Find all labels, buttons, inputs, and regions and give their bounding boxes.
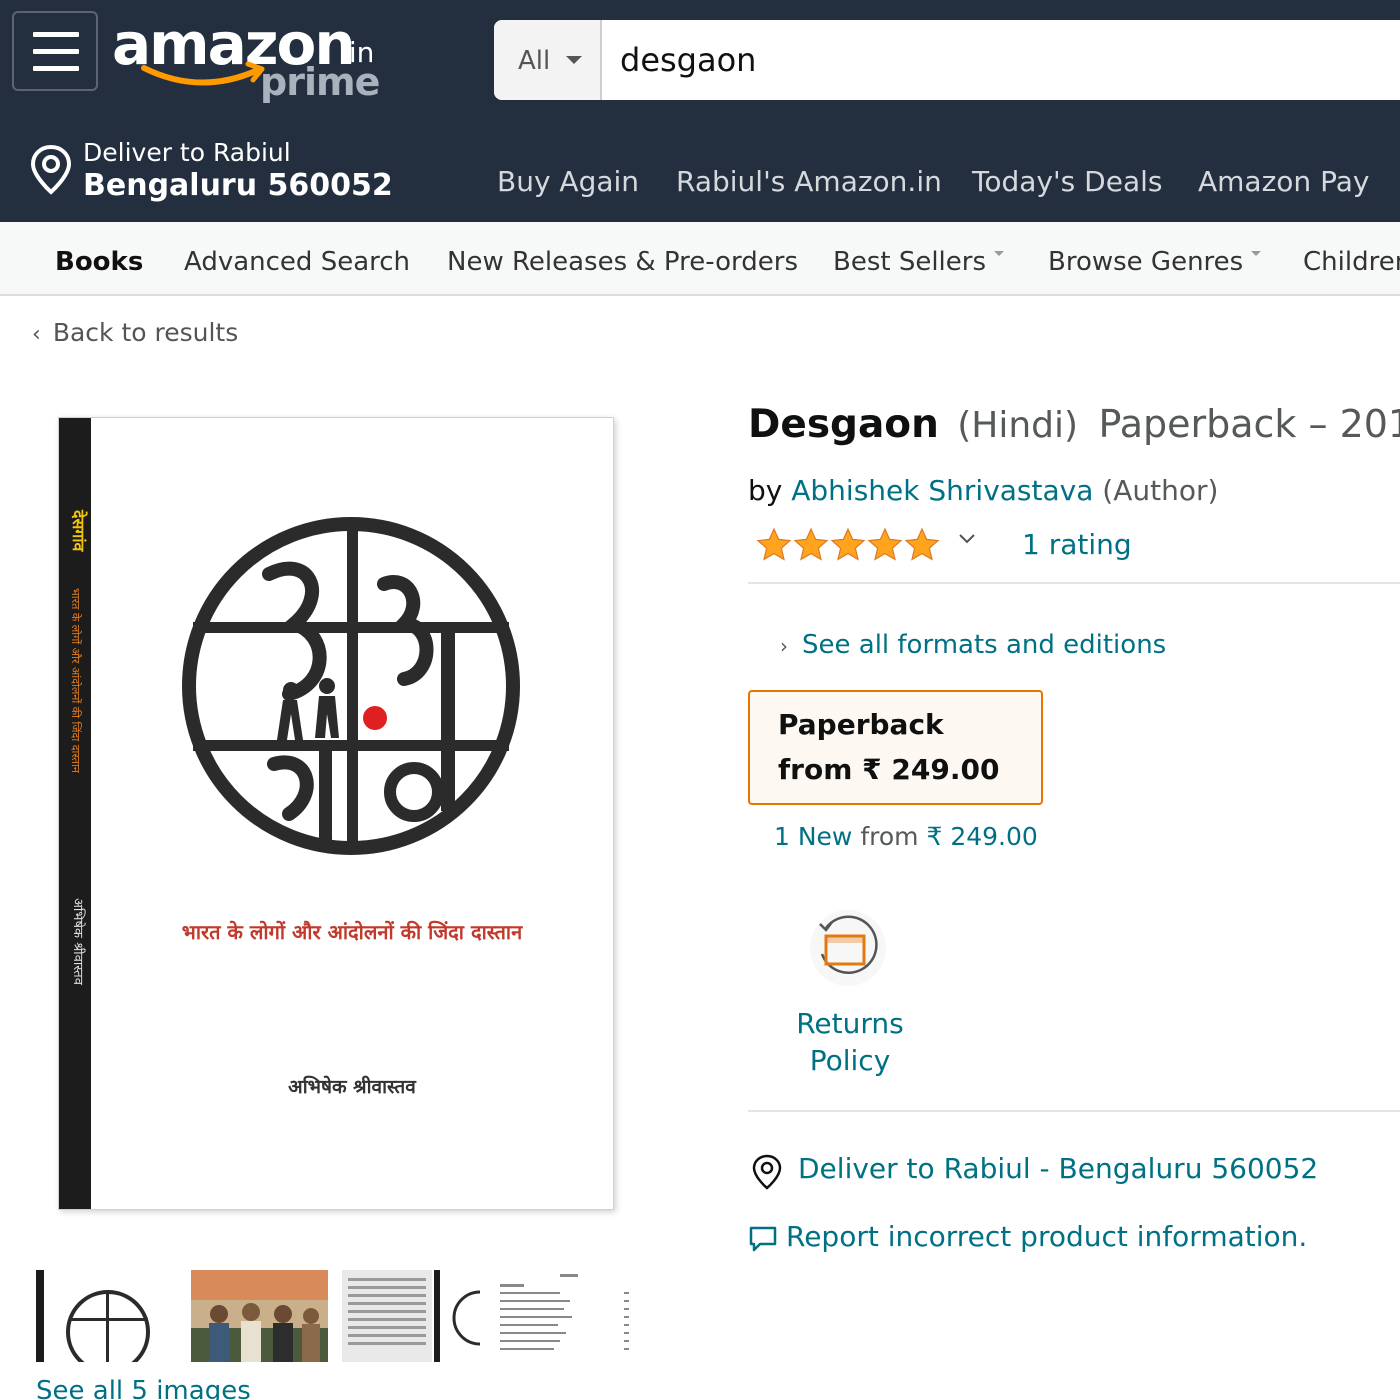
nav-your-amazon[interactable]: Rabiul's Amazon.in xyxy=(676,165,942,198)
spine-title: देसगांव xyxy=(69,510,88,552)
new-price: ₹ 249.00 xyxy=(926,822,1038,851)
chevron-down-icon xyxy=(994,251,1005,256)
author-byline: by Abhishek Shrivastava (Author) xyxy=(748,474,1218,507)
see-all-formats-label: See all formats and editions xyxy=(802,630,1167,660)
thumbnail-pages-icon xyxy=(342,1270,480,1362)
location-pin-icon xyxy=(30,144,72,195)
subnav-advanced-search[interactable]: Advanced Search xyxy=(184,247,410,277)
chevron-left-icon: ‹ xyxy=(32,322,41,347)
logo-smile-icon xyxy=(141,61,265,86)
product-language: (Hindi) xyxy=(957,405,1079,446)
divider xyxy=(748,1110,1400,1112)
location-pin-icon xyxy=(752,1154,782,1190)
see-all-images-link[interactable]: See all 5 images xyxy=(36,1376,251,1400)
top-header: amazon .in prime All xyxy=(0,0,1400,122)
nav-buy-again[interactable]: Buy Again xyxy=(497,165,639,198)
format-price: from ₹ 249.00 xyxy=(778,753,1000,786)
subnav-browse-genres-label: Browse Genres xyxy=(1048,247,1244,277)
divider xyxy=(748,582,1400,584)
thumbnail-1[interactable] xyxy=(36,1270,154,1362)
amazon-logo[interactable]: amazon .in prime xyxy=(112,6,382,106)
search-category-dropdown[interactable]: All xyxy=(494,20,602,100)
back-to-results-label: Back to results xyxy=(52,318,239,347)
subnav-children[interactable]: Children xyxy=(1303,247,1400,277)
books-subnav: Books Advanced Search New Releases & Pre… xyxy=(0,222,1400,296)
product-format-year: Paperback – 2019 xyxy=(1098,402,1400,446)
secondary-header: Deliver to Rabiul Bengaluru 560052 Buy A… xyxy=(0,122,1400,222)
comment-icon xyxy=(749,1226,777,1252)
search-input[interactable] xyxy=(620,38,1320,82)
thumbnail-photo-icon xyxy=(191,1270,328,1362)
format-name: Paperback xyxy=(778,708,944,741)
product-main-image[interactable]: देसगांव भारत के लोगों और आंदोलनों की जिं… xyxy=(58,417,614,1210)
cover-author: अभिषेक श्रीवास्तव xyxy=(288,1076,416,1098)
product-title-main: Desgaon xyxy=(748,402,939,447)
search-bar: All xyxy=(494,20,1400,100)
new-count[interactable]: 1 New xyxy=(774,822,852,851)
logo-prime: prime xyxy=(260,60,380,104)
menu-icon[interactable] xyxy=(12,11,98,91)
returns-policy-link[interactable]: Returns Policy xyxy=(770,1005,930,1079)
deliver-to-label[interactable]: Deliver to Rabiul xyxy=(83,138,291,167)
see-all-formats-link[interactable]: › See all formats and editions xyxy=(780,630,1166,660)
thumbnail-3[interactable] xyxy=(342,1270,480,1362)
report-text: Report incorrect product information. xyxy=(786,1220,1308,1253)
new-offers-line[interactable]: 1 New from ₹ 249.00 xyxy=(774,822,1038,851)
rating-count-link[interactable]: 1 rating xyxy=(1022,528,1132,561)
back-to-results-link[interactable]: ‹ Back to results xyxy=(32,318,238,347)
subnav-books[interactable]: Books xyxy=(55,247,143,277)
nav-todays-deals[interactable]: Today's Deals xyxy=(972,165,1162,198)
chevron-down-icon[interactable] xyxy=(958,532,976,546)
deliver-to-text: Deliver to Rabiul - Bengaluru 560052 xyxy=(798,1152,1319,1185)
chevron-down-icon xyxy=(566,56,582,64)
thumbnail-contents-icon xyxy=(494,1270,634,1362)
cover-tagline: भारत के लोगों और आंदोलनों की जिंदा दास्त… xyxy=(181,920,523,944)
chevron-down-icon xyxy=(1251,251,1262,256)
deliver-to-location[interactable]: Bengaluru 560052 xyxy=(83,168,393,203)
thumbnail-cover-icon xyxy=(36,1270,150,1362)
subnav-best-sellers[interactable]: Best Sellers xyxy=(833,247,1005,277)
author-role: (Author) xyxy=(1102,474,1219,507)
subnav-new-releases[interactable]: New Releases & Pre-orders xyxy=(447,247,798,277)
by-label: by xyxy=(748,474,783,507)
spine-subtitle: भारत के लोगों और आंदोलनों की जिंदा दास्त… xyxy=(69,588,82,773)
new-from-label: from xyxy=(860,822,919,851)
returns-icon[interactable] xyxy=(808,908,888,988)
chevron-right-icon: › xyxy=(780,634,788,658)
nav-amazon-pay[interactable]: Amazon Pay xyxy=(1198,165,1369,198)
format-option-paperback[interactable]: Paperback from ₹ 249.00 xyxy=(748,690,1043,805)
product-title: Desgaon (Hindi) Paperback – 2019 xyxy=(748,402,1400,447)
search-category-label: All xyxy=(518,46,551,76)
author-link[interactable]: Abhishek Shrivastava xyxy=(791,474,1093,507)
subnav-best-sellers-label: Best Sellers xyxy=(833,247,987,277)
subnav-browse-genres[interactable]: Browse Genres xyxy=(1048,247,1262,277)
thumbnail-2[interactable] xyxy=(191,1270,328,1362)
desgaon-emblem xyxy=(182,517,520,855)
rating-stars[interactable] xyxy=(756,527,941,563)
thumbnail-4[interactable] xyxy=(494,1270,634,1362)
